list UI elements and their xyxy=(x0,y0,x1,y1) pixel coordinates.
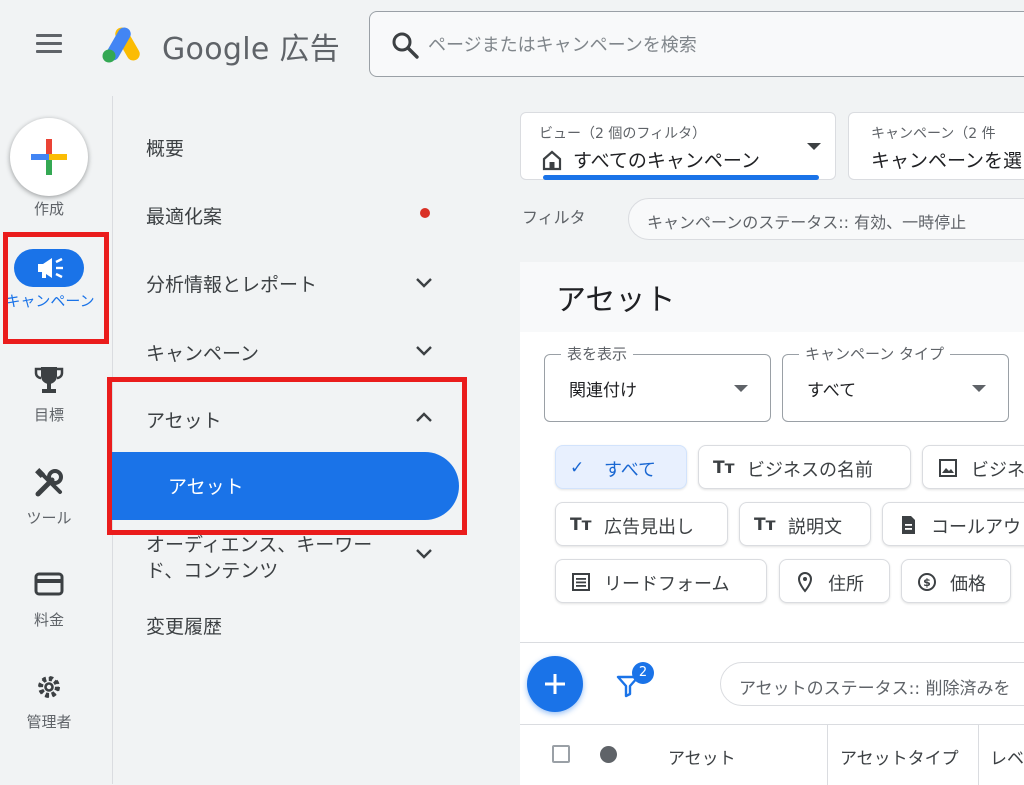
google-ads-logo-icon xyxy=(102,27,140,63)
highlight-box-assets xyxy=(107,377,467,535)
column-header-asset[interactable]: アセット xyxy=(668,744,736,769)
plus-icon xyxy=(31,139,67,175)
chip-label: 広告見出し xyxy=(604,517,694,538)
nav-item-change-history[interactable]: 変更履歴 xyxy=(146,612,222,639)
home-icon xyxy=(542,150,562,171)
search-input[interactable] xyxy=(428,30,988,60)
chevron-down-icon[interactable] xyxy=(414,547,434,561)
chip-callouts[interactable]: コールアウ xyxy=(882,502,1024,546)
chip-label: 住所 xyxy=(828,574,864,595)
divider xyxy=(520,642,1024,643)
nav-item-overview[interactable]: 概要 xyxy=(146,134,184,161)
column-header-asset-type[interactable]: アセットタイプ xyxy=(840,744,959,769)
plus-icon xyxy=(545,674,565,694)
rail-label-tools: ツール xyxy=(26,509,72,527)
chip-business-logo[interactable]: ビジネ xyxy=(922,445,1024,489)
dropdown-value: すべて xyxy=(807,381,857,401)
chip-all[interactable]: ✓ すべて xyxy=(555,445,687,489)
location-icon xyxy=(797,571,813,593)
menu-icon[interactable] xyxy=(36,34,64,56)
status-dot-icon xyxy=(600,746,617,763)
top-bar: Google 広告 xyxy=(0,0,1024,96)
nav-item-campaigns[interactable]: キャンペーン xyxy=(146,339,259,366)
nav-item-insights[interactable]: 分析情報とレポート xyxy=(146,270,317,297)
search-icon xyxy=(392,32,419,59)
chip-label: ビジネスの名前 xyxy=(747,460,873,481)
select-all-checkbox[interactable] xyxy=(552,745,570,763)
text-icon: Tт xyxy=(570,515,592,535)
dropdown-value: 関連付け xyxy=(569,381,637,401)
nav-item-audiences[interactable]: オーディエンス、キーワード、コンテンツ xyxy=(146,532,406,584)
campaign-type-dropdown[interactable]: キャンペーン タイプ すべて xyxy=(782,343,1009,422)
campaign-selector-label: キャンペーン（2 件 xyxy=(871,126,996,142)
chip-label: コールアウ xyxy=(931,517,1021,538)
view-underline xyxy=(543,175,819,180)
gear-icon[interactable] xyxy=(34,672,64,702)
campaign-selector-value: キャンペーンを選 xyxy=(871,150,1023,172)
chip-label: ビジネ xyxy=(971,460,1024,481)
rail-label-admin: 管理者 xyxy=(26,713,72,731)
chip-lead-form[interactable]: リードフォーム xyxy=(555,559,767,603)
view-selector[interactable]: ビュー（2 個のフィルタ） すべてのキャンペーン xyxy=(520,112,836,180)
column-header-level[interactable]: レベ xyxy=(990,744,1024,769)
chip-descriptions[interactable]: Tт 説明文 xyxy=(739,502,871,546)
trophy-icon[interactable] xyxy=(34,364,64,396)
tools-icon[interactable] xyxy=(34,468,64,498)
chip-business-name[interactable]: Tт ビジネスの名前 xyxy=(698,445,911,489)
chip-label: すべて xyxy=(604,460,657,481)
chip-headlines[interactable]: Tт 広告見出し xyxy=(555,502,728,546)
svg-text:$: $ xyxy=(923,576,931,589)
image-icon xyxy=(939,459,957,477)
chip-label: 説明文 xyxy=(788,517,842,538)
text-icon: Tт xyxy=(754,515,776,535)
text-icon: Tт xyxy=(713,458,735,478)
chip-price[interactable]: $ 価格 xyxy=(901,559,1011,603)
product-name: Google 広告 xyxy=(162,32,341,67)
filter-count-badge: 2 xyxy=(632,662,654,684)
chip-label: 価格 xyxy=(950,574,986,595)
create-button[interactable] xyxy=(10,118,88,196)
table-view-dropdown[interactable]: 表を表示 関連付け xyxy=(544,343,771,422)
caret-down-icon xyxy=(734,385,748,392)
chevron-down-icon[interactable] xyxy=(414,344,434,358)
nav-item-recommendations[interactable]: 最適化案 xyxy=(146,202,222,229)
campaign-selector[interactable]: キャンペーン（2 件 キャンペーンを選 xyxy=(848,112,1024,180)
highlight-box-campaigns xyxy=(3,232,109,344)
chip-label: リードフォーム xyxy=(604,574,730,595)
credit-card-icon[interactable] xyxy=(34,571,64,597)
create-label: 作成 xyxy=(33,200,64,218)
column-divider xyxy=(827,725,828,785)
chevron-down-icon[interactable] xyxy=(414,276,434,290)
caret-down-icon xyxy=(807,143,821,150)
notification-dot xyxy=(420,208,430,218)
view-value: すべてのキャンペーン xyxy=(573,150,760,172)
dropdown-label: キャンペーン タイプ xyxy=(799,343,951,364)
document-icon xyxy=(902,516,915,534)
check-icon: ✓ xyxy=(570,458,585,478)
table-header: アセット アセットタイプ レベ xyxy=(520,724,1024,785)
view-label: ビュー（2 個のフィルタ） xyxy=(539,126,707,142)
dropdown-label: 表を表示 xyxy=(561,343,634,364)
column-divider xyxy=(978,725,979,785)
add-asset-button[interactable] xyxy=(527,656,583,712)
search-bar[interactable] xyxy=(369,11,1024,77)
price-icon: $ xyxy=(918,573,936,591)
campaign-status-filter-chip[interactable]: キャンペーンのステータス:: 有効、一時停止 xyxy=(628,198,1024,240)
filter-button[interactable]: 2 xyxy=(612,660,656,704)
caret-down-icon xyxy=(972,385,986,392)
filter-label: フィルタ xyxy=(522,208,586,227)
rail-label-billing: 料金 xyxy=(33,611,64,629)
asset-status-filter-chip[interactable]: アセットのステータス:: 削除済みを xyxy=(720,662,1024,706)
chip-location[interactable]: 住所 xyxy=(779,559,890,603)
page-title: アセット xyxy=(556,283,676,318)
rail-label-goals: 目標 xyxy=(33,406,64,424)
form-icon xyxy=(572,573,590,591)
